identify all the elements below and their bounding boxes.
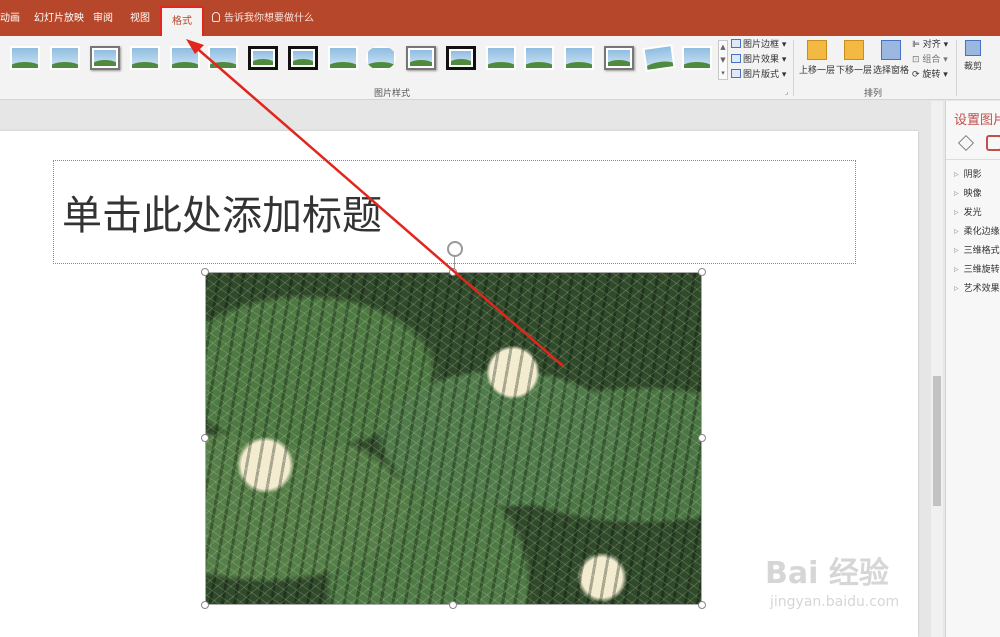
picture-style-thumb[interactable] [486,46,516,70]
pane-item-soft-edges[interactable]: 柔化边缘 [954,225,1000,239]
send-backward-icon [844,40,864,60]
ribbon-format: ▲ ▼ ▾ 图片边框 ▾ 图片效果 ▾ 图片版式 ▾ 图片样式 ⌟ 上移一层 下… [0,36,1000,100]
fill-line-icon[interactable] [958,135,974,151]
cactus-picture[interactable] [205,272,702,605]
effects-icon[interactable] [986,135,1000,151]
picture-border-icon [731,39,741,48]
picture-style-thumb[interactable] [524,46,554,70]
picture-style-thumb[interactable] [604,46,634,70]
pane-item-shadow[interactable]: 阴影 [954,168,982,182]
picture-style-thumb[interactable] [10,46,40,70]
rotate-handle-icon[interactable] [447,241,463,257]
group-label-arrange: 排列 [864,89,883,99]
pane-item-glow[interactable]: 发光 [954,206,982,220]
picture-style-thumb[interactable] [682,46,712,70]
scrollbar-thumb[interactable] [933,376,941,506]
align-button[interactable]: ⊫ 对齐 ▾ [912,38,948,52]
picture-layout-icon [731,69,741,78]
picture-style-thumb[interactable] [170,46,200,70]
pane-item-3d-rotation[interactable]: 三维旋转 [954,263,1000,277]
bring-forward-icon [807,40,827,60]
picture-effects-icon [731,54,741,63]
picture-style-thumb[interactable] [366,46,396,70]
slide-canvas-margin [0,101,918,131]
picture-styles-gallery [6,40,728,82]
tab-review[interactable]: 审阅 [93,0,113,36]
format-picture-pane: 设置图片 阴影 映像 发光 柔化边缘 三维格式 三维旋转 艺术效果 [945,101,1000,637]
gallery-up-icon[interactable]: ▲ [719,41,727,54]
slide-vertical-scrollbar[interactable] [931,101,943,637]
crop-button[interactable]: 裁剪 [958,38,988,82]
send-backward-button[interactable]: 下移一层 [834,38,874,82]
tell-me-text: 告诉我你想要做什么 [224,13,314,24]
resize-handle-left[interactable] [201,434,209,442]
picture-style-thumb[interactable] [328,46,358,70]
picture-texture [206,273,701,604]
group-separator [793,40,794,96]
resize-handle-bottom-right[interactable] [698,601,706,609]
baidu-watermark-url: jingyan.baidu.com [770,594,900,610]
group-button[interactable]: ⊡ 组合 ▾ [912,53,948,67]
tab-animations[interactable]: 动画 [0,0,20,36]
resize-handle-bottom-left[interactable] [201,601,209,609]
tab-format[interactable]: 格式 [160,6,204,36]
selection-pane-button[interactable]: 选择窗格 [871,38,911,82]
group-separator [956,40,957,96]
picture-style-thumb[interactable] [248,46,278,70]
picture-effects-button[interactable]: 图片效果 ▾ [731,53,786,67]
pane-divider [946,159,1000,160]
picture-style-thumb[interactable] [90,46,120,70]
picture-style-thumb[interactable] [446,46,476,70]
picture-style-thumb[interactable] [50,46,80,70]
bring-forward-button[interactable]: 上移一层 [797,38,837,82]
ribbon-tab-bar: 动画 幻灯片放映 审阅 视图 格式 告诉我你想要做什么 [0,0,1000,36]
group-label-picture-styles: 图片样式 [374,89,411,99]
gallery-more-icon[interactable]: ▾ [719,67,727,80]
title-placeholder-text[interactable]: 单击此处添加标题 [62,183,382,241]
picture-style-thumb[interactable] [406,46,436,70]
crop-icon [965,40,981,56]
picture-style-thumb[interactable] [208,46,238,70]
picture-style-thumb[interactable] [642,44,676,72]
selection-pane-icon [881,40,901,60]
picture-style-thumb[interactable] [564,46,594,70]
lightbulb-icon [212,12,220,22]
gallery-down-icon[interactable]: ▼ [719,54,727,67]
gallery-scroll[interactable]: ▲ ▼ ▾ [718,40,728,80]
resize-handle-top[interactable] [449,268,457,276]
baidu-watermark: Bai 经验 [765,556,889,591]
picture-border-button[interactable]: 图片边框 ▾ [731,38,786,52]
pane-title: 设置图片 [954,113,1000,128]
picture-layout-button[interactable]: 图片版式 ▾ [731,68,786,82]
resize-handle-bottom[interactable] [449,601,457,609]
resize-handle-top-left[interactable] [201,268,209,276]
pane-item-3d-format[interactable]: 三维格式 [954,244,1000,258]
dialog-launcher-icon[interactable]: ⌟ [785,85,788,99]
picture-style-thumb[interactable] [288,46,318,70]
resize-handle-right[interactable] [698,434,706,442]
picture-style-thumb[interactable] [130,46,160,70]
pane-item-reflection[interactable]: 映像 [954,187,982,201]
tab-slideshow[interactable]: 幻灯片放映 [34,0,84,36]
rotate-button[interactable]: ⟳ 旋转 ▾ [912,68,948,82]
resize-handle-top-right[interactable] [698,268,706,276]
pane-item-artistic-effects[interactable]: 艺术效果 [954,282,1000,296]
tab-view[interactable]: 视图 [130,0,150,36]
tell-me-search[interactable]: 告诉我你想要做什么 [212,0,314,36]
